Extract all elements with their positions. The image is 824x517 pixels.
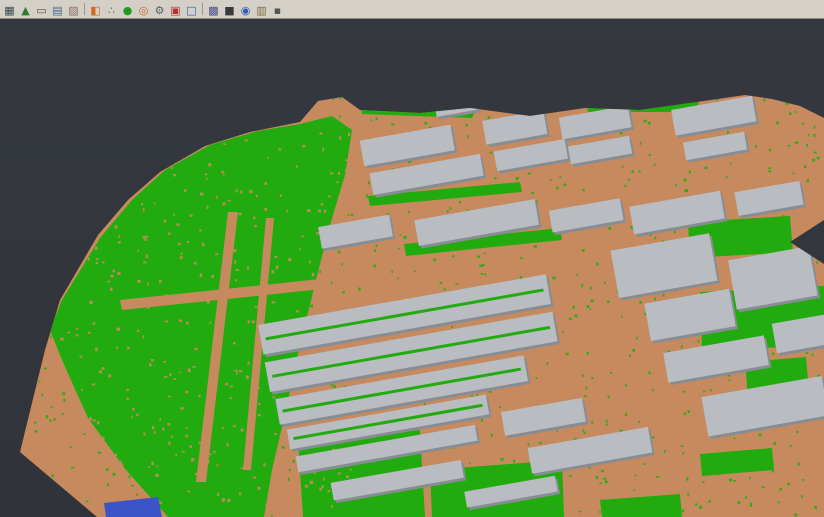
point-cloud-icon[interactable]: ∴ (104, 2, 119, 17)
globe-icon[interactable]: ◉ (238, 2, 253, 17)
viewport-3d[interactable] (0, 0, 824, 517)
orange-cube-icon[interactable]: ◧ (88, 2, 103, 17)
dark-cube-icon[interactable]: ■ (222, 2, 237, 17)
terrain-icon[interactable]: ▲ (18, 2, 33, 17)
blue-frame-icon[interactable]: □ (184, 2, 199, 17)
app-window: { "toolbar": { "background": "#d4d0c8", … (0, 0, 824, 517)
ruler-icon[interactable]: ▭ (34, 2, 49, 17)
main-toolbar: ▦▲▭▤▨ ◧∴●◎⚙▣□ ▩■◉▥▪ (0, 0, 824, 19)
mesh-icon[interactable]: ▩ (206, 2, 221, 17)
red-frame-icon[interactable]: ▣ (168, 2, 183, 17)
toolbar-separator (202, 3, 203, 15)
toolbar-separator (84, 3, 85, 15)
green-sphere-icon[interactable]: ● (120, 2, 135, 17)
building-shadow (569, 86, 607, 106)
gear-icon[interactable]: ⚙ (152, 2, 167, 17)
scene-svg[interactable] (0, 0, 824, 517)
layers-icon[interactable]: ▤ (50, 2, 65, 17)
building-roof (566, 84, 604, 104)
donut-icon[interactable]: ◎ (136, 2, 151, 17)
grid-icon[interactable]: ▦ (2, 2, 17, 17)
export-icon[interactable]: ▪ (270, 2, 285, 17)
texture-icon[interactable]: ▨ (66, 2, 81, 17)
histogram-icon[interactable]: ▥ (254, 2, 269, 17)
